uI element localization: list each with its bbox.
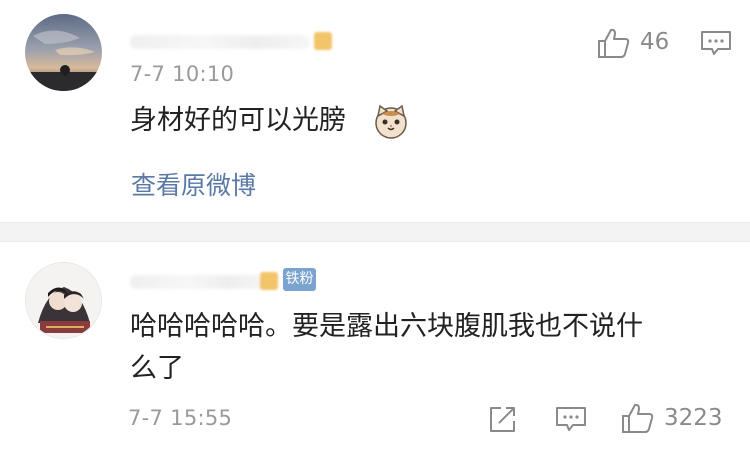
blurred-username[interactable] [130, 35, 310, 49]
comment-text-line1: 哈哈哈哈哈。要是露出六块腹肌我也不说什 [130, 311, 643, 342]
sunset-avatar-image [25, 14, 102, 91]
share-icon[interactable] [488, 404, 518, 434]
view-original-post-link[interactable]: 查看原微博 [131, 166, 256, 202]
comment-time: 7-7 15:55 [128, 406, 233, 430]
anime-avatar-image [26, 263, 101, 338]
comment-card: 7-7 10:10 身材好的可以光膀 查看原微博 46 [0, 0, 750, 222]
avatar[interactable] [25, 14, 102, 91]
member-badge-icon [260, 272, 278, 290]
fan-badge: 铁粉 [283, 268, 316, 291]
comment-time: 7-7 10:10 [130, 62, 235, 86]
section-divider [0, 222, 750, 242]
cat-emoji-icon [375, 104, 407, 139]
member-badge-icon [314, 32, 332, 50]
like-count: 3223 [664, 405, 723, 431]
avatar[interactable] [25, 262, 102, 339]
comment-icon[interactable] [700, 29, 732, 57]
thumbs-up-icon[interactable] [621, 402, 655, 434]
thumbs-up-icon[interactable] [597, 27, 631, 59]
comment-text: 身材好的可以光膀 [130, 105, 346, 136]
blurred-username[interactable] [130, 275, 270, 289]
like-count: 46 [640, 29, 670, 55]
comment-icon[interactable] [555, 405, 587, 433]
comment-text-line2: 么了 [130, 353, 184, 384]
